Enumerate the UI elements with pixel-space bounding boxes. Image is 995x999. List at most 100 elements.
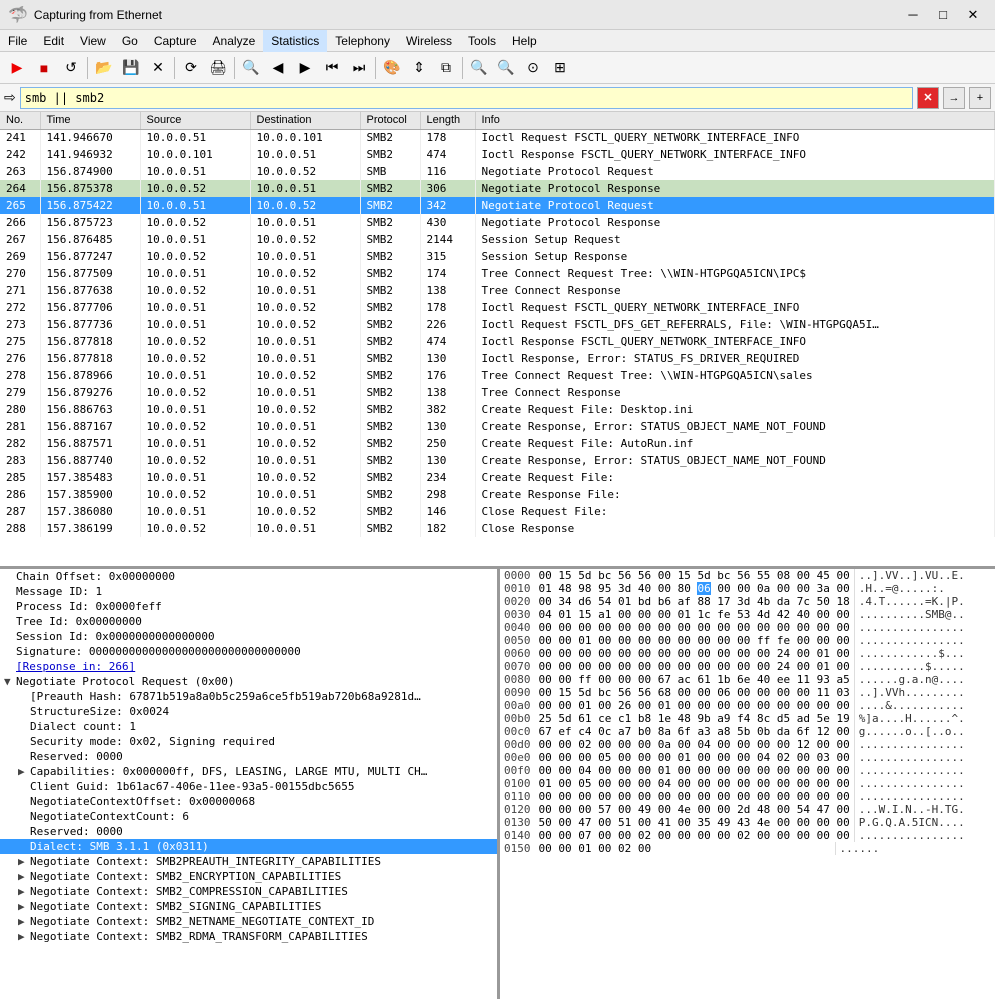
detail-line[interactable]: ▶Negotiate Context: SMB2_ENCRYPTION_CAPA… — [0, 869, 497, 884]
toolbar-print[interactable]: 🖨 — [205, 55, 231, 81]
table-row[interactable]: 242 141.946932 10.0.0.101 10.0.0.51 SMB2… — [0, 146, 995, 163]
detail-line[interactable]: Client Guid: 1b61ac67-406e-11ee-93a5-001… — [0, 779, 497, 794]
table-row[interactable]: 276 156.877818 10.0.0.52 10.0.0.51 SMB2 … — [0, 350, 995, 367]
hex-row[interactable]: 0020 00 34 d6 54 01 bd b6 af 88 17 3d 4b… — [500, 595, 995, 608]
hex-row[interactable]: 0120 00 00 00 57 00 49 00 4e 00 00 2d 48… — [500, 803, 995, 816]
detail-line[interactable]: Dialect count: 1 — [0, 719, 497, 734]
hex-row[interactable]: 0080 00 00 ff 00 00 00 67 ac 61 1b 6e 40… — [500, 673, 995, 686]
table-row[interactable]: 288 157.386199 10.0.0.52 10.0.0.51 SMB2 … — [0, 520, 995, 537]
hex-row[interactable]: 0060 00 00 00 00 00 00 00 00 00 00 00 00… — [500, 647, 995, 660]
menu-analyze[interactable]: Analyze — [205, 30, 264, 52]
table-row[interactable]: 267 156.876485 10.0.0.51 10.0.0.52 SMB2 … — [0, 231, 995, 248]
table-row[interactable]: 263 156.874900 10.0.0.51 10.0.0.52 SMB 1… — [0, 163, 995, 180]
menu-telephony[interactable]: Telephony — [327, 30, 398, 52]
detail-line[interactable]: ▼Negotiate Protocol Request (0x00) — [0, 674, 497, 689]
toolbar-go-next[interactable]: ▶ — [292, 55, 318, 81]
hex-row[interactable]: 0030 04 01 15 a1 00 00 00 01 1c fe 53 4d… — [500, 608, 995, 621]
toolbar-resize[interactable]: ⇕ — [406, 55, 432, 81]
tree-expander[interactable]: ▶ — [18, 855, 30, 868]
detail-line[interactable]: Security mode: 0x02, Signing required — [0, 734, 497, 749]
toolbar-close[interactable]: ✕ — [145, 55, 171, 81]
menu-go[interactable]: Go — [114, 30, 146, 52]
filter-bookmark-button[interactable]: + — [969, 87, 991, 109]
table-row[interactable]: 286 157.385900 10.0.0.52 10.0.0.51 SMB2 … — [0, 486, 995, 503]
detail-line[interactable]: Process Id: 0x0000feff — [0, 599, 497, 614]
detail-line[interactable]: Reserved: 0000 — [0, 824, 497, 839]
hex-row[interactable]: 0100 01 00 05 00 00 00 04 00 00 00 00 00… — [500, 777, 995, 790]
toolbar-zoom-out[interactable]: 🔍 — [493, 55, 519, 81]
toolbar-colorize[interactable]: 🎨 — [379, 55, 405, 81]
menu-edit[interactable]: Edit — [35, 30, 72, 52]
hex-row[interactable]: 0090 00 15 5d bc 56 56 68 00 00 06 00 00… — [500, 686, 995, 699]
toolbar-save[interactable]: 💾 — [118, 55, 144, 81]
menu-wireless[interactable]: Wireless — [398, 30, 460, 52]
maximize-button[interactable]: □ — [929, 4, 957, 26]
table-row[interactable]: 278 156.878966 10.0.0.51 10.0.0.52 SMB2 … — [0, 367, 995, 384]
table-row[interactable]: 287 157.386080 10.0.0.51 10.0.0.52 SMB2 … — [0, 503, 995, 520]
hex-row[interactable]: 00f0 00 00 04 00 00 00 01 00 00 00 00 00… — [500, 764, 995, 777]
table-row[interactable]: 241 141.946670 10.0.0.51 10.0.0.101 SMB2… — [0, 129, 995, 146]
toolbar-find-pkg[interactable]: 🔍 — [238, 55, 264, 81]
table-row[interactable]: 282 156.887571 10.0.0.51 10.0.0.52 SMB2 … — [0, 435, 995, 452]
table-row[interactable]: 269 156.877247 10.0.0.52 10.0.0.51 SMB2 … — [0, 248, 995, 265]
hex-row[interactable]: 0070 00 00 00 00 00 00 00 00 00 00 00 00… — [500, 660, 995, 673]
detail-line[interactable]: Dialect: SMB 3.1.1 (0x0311) — [0, 839, 497, 854]
tree-expander[interactable]: ▶ — [18, 870, 30, 883]
toolbar-restart-capture[interactable]: ↺ — [58, 55, 84, 81]
packet-list[interactable]: No. Time Source Destination Protocol Len… — [0, 112, 995, 569]
menu-view[interactable]: View — [72, 30, 114, 52]
detail-line[interactable]: Message ID: 1 — [0, 584, 497, 599]
table-row[interactable]: 265 156.875422 10.0.0.51 10.0.0.52 SMB2 … — [0, 197, 995, 214]
hex-row[interactable]: 0140 00 00 07 00 00 02 00 00 00 00 02 00… — [500, 829, 995, 842]
minimize-button[interactable]: ─ — [899, 4, 927, 26]
menu-file[interactable]: File — [0, 30, 35, 52]
detail-line[interactable]: Session Id: 0x0000000000000000 — [0, 629, 497, 644]
filter-clear-button[interactable]: ✕ — [917, 87, 939, 109]
detail-line[interactable]: StructureSize: 0x0024 — [0, 704, 497, 719]
table-row[interactable]: 264 156.875378 10.0.0.52 10.0.0.51 SMB2 … — [0, 180, 995, 197]
detail-line[interactable]: Chain Offset: 0x00000000 — [0, 569, 497, 584]
toolbar-zoom-reset[interactable]: ⊙ — [520, 55, 546, 81]
hex-row[interactable]: 0150 00 00 01 00 02 00 ...... — [500, 842, 995, 855]
table-row[interactable]: 285 157.385483 10.0.0.51 10.0.0.52 SMB2 … — [0, 469, 995, 486]
detail-line[interactable]: NegotiateContextOffset: 0x00000068 — [0, 794, 497, 809]
table-row[interactable]: 266 156.875723 10.0.0.52 10.0.0.51 SMB2 … — [0, 214, 995, 231]
packet-details[interactable]: Chain Offset: 0x00000000Message ID: 1Pro… — [0, 569, 500, 999]
tree-expander[interactable]: ▶ — [18, 930, 30, 943]
tree-expander[interactable]: ▶ — [18, 885, 30, 898]
detail-line[interactable]: [Response in: 266] — [0, 659, 497, 674]
table-row[interactable]: 280 156.886763 10.0.0.51 10.0.0.52 SMB2 … — [0, 401, 995, 418]
table-row[interactable]: 279 156.879276 10.0.0.52 10.0.0.51 SMB2 … — [0, 384, 995, 401]
menu-capture[interactable]: Capture — [146, 30, 205, 52]
toolbar-window-options[interactable]: ⊞ — [547, 55, 573, 81]
tree-expander[interactable]: ▶ — [18, 915, 30, 928]
detail-line[interactable]: ▶Negotiate Context: SMB2_COMPRESSION_CAP… — [0, 884, 497, 899]
table-row[interactable]: 283 156.887740 10.0.0.52 10.0.0.51 SMB2 … — [0, 452, 995, 469]
detail-line[interactable]: Tree Id: 0x00000000 — [0, 614, 497, 629]
filter-input[interactable] — [20, 87, 913, 109]
table-row[interactable]: 281 156.887167 10.0.0.52 10.0.0.51 SMB2 … — [0, 418, 995, 435]
hex-row[interactable]: 00a0 00 00 01 00 26 00 01 00 00 00 00 00… — [500, 699, 995, 712]
tree-expander[interactable]: ▶ — [18, 900, 30, 913]
hex-row[interactable]: 0050 00 00 01 00 00 00 00 00 00 00 00 ff… — [500, 634, 995, 647]
close-button[interactable]: ✕ — [959, 4, 987, 26]
toolbar-go-first[interactable]: ⏮ — [319, 55, 345, 81]
toolbar-go-prev[interactable]: ◀ — [265, 55, 291, 81]
hex-row[interactable]: 0000 00 15 5d bc 56 56 00 15 5d bc 56 55… — [500, 569, 995, 582]
detail-line[interactable]: ▶Negotiate Context: SMB2PREAUTH_INTEGRIT… — [0, 854, 497, 869]
tree-expander[interactable]: ▶ — [18, 765, 30, 778]
tree-expander[interactable]: ▼ — [4, 675, 16, 688]
table-row[interactable]: 273 156.877736 10.0.0.51 10.0.0.52 SMB2 … — [0, 316, 995, 333]
detail-line[interactable]: [Preauth Hash: 67871b519a8a0b5c259a6ce5f… — [0, 689, 497, 704]
table-row[interactable]: 270 156.877509 10.0.0.51 10.0.0.52 SMB2 … — [0, 265, 995, 282]
toolbar-start-capture[interactable]: ▶ — [4, 55, 30, 81]
table-row[interactable]: 271 156.877638 10.0.0.52 10.0.0.51 SMB2 … — [0, 282, 995, 299]
toolbar-reload[interactable]: ⟳ — [178, 55, 204, 81]
detail-line[interactable]: Signature: 00000000000000000000000000000… — [0, 644, 497, 659]
menu-help[interactable]: Help — [504, 30, 545, 52]
toolbar-stop-capture[interactable]: ■ — [31, 55, 57, 81]
detail-link[interactable]: [Response in: 266] — [16, 660, 135, 673]
toolbar-go-last[interactable]: ⏭ — [346, 55, 372, 81]
detail-line[interactable]: ▶Negotiate Context: SMB2_NETNAME_NEGOTIA… — [0, 914, 497, 929]
filter-apply-button[interactable]: → — [943, 87, 965, 109]
